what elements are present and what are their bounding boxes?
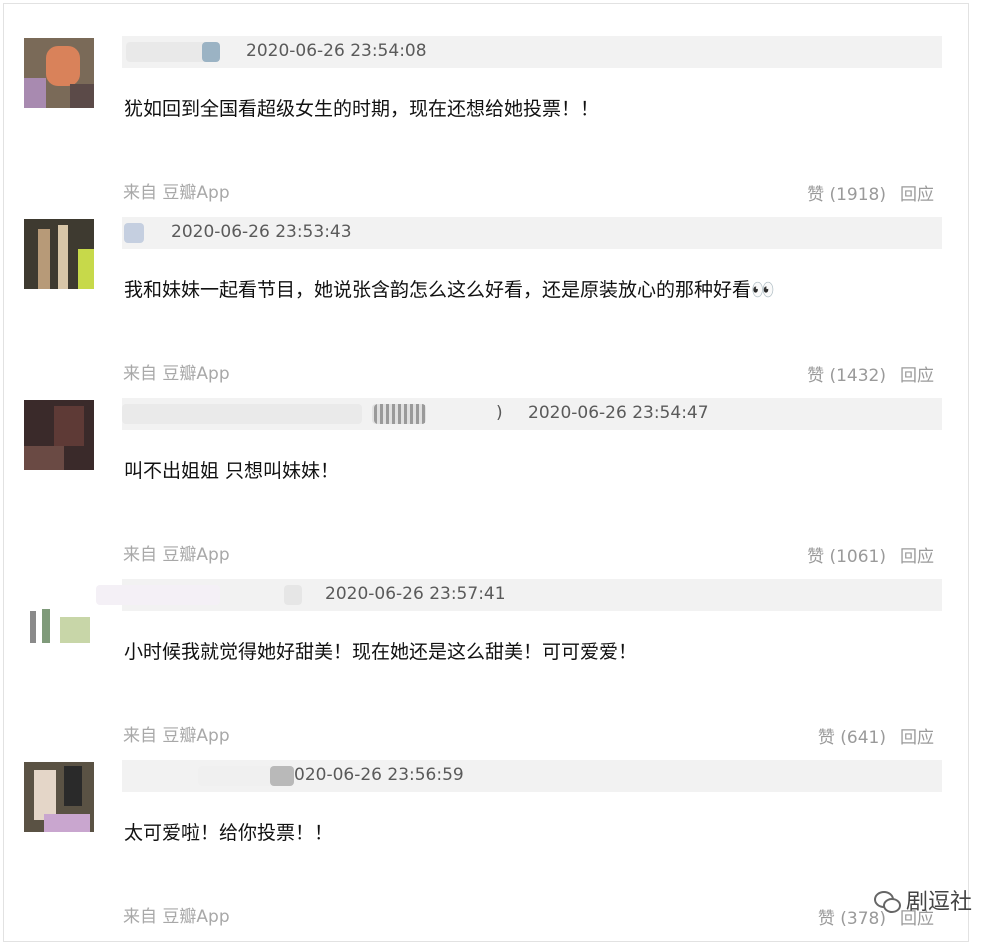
- username-redacted: [202, 42, 220, 62]
- avatar[interactable]: [24, 38, 94, 108]
- avatar[interactable]: [24, 400, 94, 470]
- comment-text: 小时候我就觉得她好甜美！现在她还是这么甜美！可可爱爱！: [124, 641, 638, 663]
- comment-timestamp: 2020-06-26 23:54:08: [246, 41, 427, 61]
- username-redacted: [374, 404, 426, 424]
- comment-timestamp: 020-06-26 23:56:59: [294, 765, 464, 785]
- comment-meta: 2020-06-26 23:57:41: [96, 579, 942, 611]
- comment-text: 犹如回到全国看超级女生的时期，现在还想给她投票！！: [124, 98, 600, 120]
- watermark-text: 剧逗社: [905, 890, 972, 915]
- comment-meta: 2020-06-26 23:54:08: [122, 36, 942, 68]
- watermark: 剧逗社: [873, 884, 972, 916]
- comment-prefix: ): [496, 403, 503, 423]
- username-redacted: [122, 404, 362, 424]
- comment-text: 叫不出姐姐 只想叫妹妹！: [124, 460, 340, 482]
- comment-meta: 2020-06-26 23:53:43: [122, 217, 942, 249]
- comment-source: 来自 豆瓣App: [123, 907, 230, 927]
- comment-timestamp: 2020-06-26 23:57:41: [325, 584, 506, 604]
- avatar[interactable]: [24, 762, 94, 832]
- wechat-icon: [873, 891, 901, 913]
- comment-meta: ) 2020-06-26 23:54:47: [122, 398, 942, 430]
- username-redacted: [270, 766, 294, 786]
- username-redacted: [284, 585, 302, 605]
- comment-timestamp: 2020-06-26 23:53:43: [171, 222, 352, 242]
- comment-item: 2020-06-26 23:54:08 犹如回到全国看超级女生的时期，现在还想给…: [0, 0, 1000, 205]
- comment-meta: 020-06-26 23:56:59: [122, 760, 942, 792]
- avatar[interactable]: [24, 219, 94, 289]
- comment-text: 太可爱啦！给你投票！！: [124, 822, 334, 844]
- username-redacted: [96, 585, 220, 605]
- username-redacted: [124, 223, 144, 243]
- comment-timestamp: 2020-06-26 23:54:47: [528, 403, 709, 423]
- comment-item: ) 2020-06-26 23:54:47 叫不出姐姐 只想叫妹妹！ 来自 豆瓣…: [0, 362, 1000, 567]
- comment-item: 2020-06-26 23:53:43 我和妹妹一起看节目，她说张含韵怎么这么好…: [0, 181, 1000, 386]
- comment-text: 我和妹妹一起看节目，她说张含韵怎么这么好看，还是原装放心的那种好看👀: [124, 279, 775, 301]
- comment-item: 2020-06-26 23:57:41 小时候我就觉得她好甜美！现在她还是这么甜…: [0, 543, 1000, 748]
- username-redacted: [198, 766, 274, 786]
- comment-item: 020-06-26 23:56:59 太可爱啦！给你投票！！ 来自 豆瓣App …: [0, 724, 1000, 929]
- avatar[interactable]: [24, 581, 94, 651]
